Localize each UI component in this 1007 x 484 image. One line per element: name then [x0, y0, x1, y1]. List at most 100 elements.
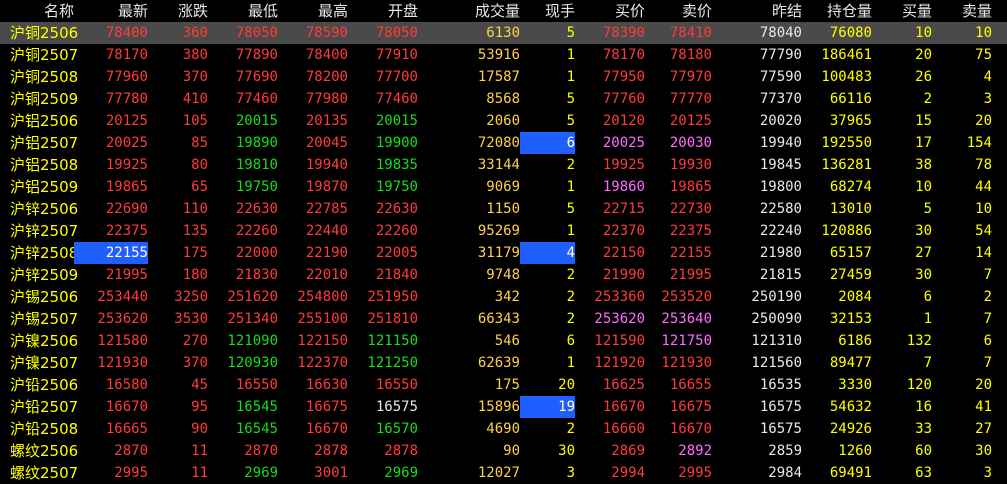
header-bid-volume[interactable]: 买量 — [872, 0, 932, 22]
table-row[interactable]: 沪铜2509 77780 410 77460 77980 77460 8568 5 77760 7… — [0, 88, 1007, 110]
bid-volume-cell: 7 — [923, 355, 932, 371]
ask-volume-cell: 54 — [975, 223, 992, 239]
volume-cell: 62639 — [477, 355, 520, 371]
prev-settle-cell: 77590 — [759, 69, 802, 85]
high-price-cell: 77980 — [305, 91, 348, 107]
low-price-cell: 22260 — [235, 223, 278, 239]
open-price-cell: 121150 — [367, 333, 418, 349]
table-row[interactable]: 沪锌2507 22375 135 22260 22440 22260 95269 1 22370… — [0, 220, 1007, 242]
header-ask[interactable]: 卖价 — [645, 0, 712, 22]
low-price-cell: 16545 — [235, 399, 278, 415]
open-interest-cell: 68274 — [829, 179, 872, 195]
current-hand-cell: 6 — [566, 333, 575, 349]
latest-price-cell: 2870 — [114, 443, 148, 459]
bid-volume-cell: 26 — [915, 69, 932, 85]
latest-price-cell: 78170 — [105, 47, 148, 63]
latest-price-cell: 253440 — [97, 289, 148, 305]
change-cell: 105 — [182, 113, 208, 129]
volume-cell: 15896 — [477, 399, 520, 415]
ask-price-cell: 78410 — [669, 25, 712, 41]
bid-volume-cell: 27 — [915, 245, 932, 261]
latest-price-cell: 121580 — [97, 333, 148, 349]
bid-price-cell: 22150 — [602, 245, 645, 261]
header-latest[interactable]: 最新 — [74, 0, 148, 22]
header-bid[interactable]: 买价 — [575, 0, 645, 22]
table-row[interactable]: 沪铝2508 19925 80 19810 19940 19835 33144 2 19925 1… — [0, 154, 1007, 176]
ask-price-cell: 19930 — [669, 157, 712, 173]
table-row[interactable]: 沪铜2508 77960 370 77690 78200 77700 17587 1 77950… — [0, 66, 1007, 88]
table-row[interactable]: 沪镍2506 121580 270 121090 122150 121150 546 6 121… — [0, 330, 1007, 352]
latest-price-cell: 16580 — [105, 377, 148, 393]
table-row[interactable]: 沪铝2509 19865 65 19750 19870 19750 9069 1 19860 19… — [0, 176, 1007, 198]
header-high[interactable]: 最高 — [278, 0, 348, 22]
change-cell: 45 — [191, 377, 208, 393]
table-row[interactable]: 沪铅2507 16670 95 16545 16675 16575 15896 19 16670… — [0, 396, 1007, 418]
ask-price-cell: 2892 — [678, 443, 712, 459]
open-interest-cell: 6186 — [838, 333, 872, 349]
ask-volume-cell: 14 — [975, 245, 992, 261]
bid-price-cell: 19925 — [602, 157, 645, 173]
table-row[interactable]: 沪铜2507 78170 380 77890 78400 77910 53916 1 78170… — [0, 44, 1007, 66]
header-prev-settle[interactable]: 昨结 — [712, 0, 802, 22]
header-name[interactable]: 名称 — [0, 0, 74, 22]
table-row[interactable]: 沪铅2506 16580 45 16550 16630 16550 175 20 16625 16… — [0, 374, 1007, 396]
high-price-cell: 20045 — [305, 135, 348, 151]
open-interest-cell: 2084 — [838, 289, 872, 305]
table-row[interactable]: 沪铅2508 16665 90 16545 16670 16570 4690 2 16660 16… — [0, 418, 1007, 440]
low-price-cell: 16550 — [235, 377, 278, 393]
header-ask-volume[interactable]: 卖量 — [932, 0, 992, 22]
table-row[interactable]: 沪铝2507 20025 85 19890 20045 19900 72080 6 20025 2… — [0, 132, 1007, 154]
table-body: 沪铜2506 78400 360 78050 78590 78050 6130 5 78390 7… — [0, 22, 1007, 484]
header-open[interactable]: 开盘 — [348, 0, 418, 22]
header-open-interest[interactable]: 持仓量 — [802, 0, 872, 22]
bid-price-cell: 121920 — [594, 355, 645, 371]
latest-price-cell: 19925 — [105, 157, 148, 173]
bid-volume-cell: 33 — [915, 421, 932, 437]
prev-settle-cell: 21815 — [759, 267, 802, 283]
bid-price-cell: 22715 — [602, 201, 645, 217]
latest-price-cell: 19865 — [105, 179, 148, 195]
volume-cell: 6130 — [486, 25, 520, 41]
prev-settle-cell: 250190 — [751, 289, 802, 305]
open-interest-cell: 136281 — [821, 157, 872, 173]
ask-volume-cell: 4 — [983, 69, 992, 85]
header-volume[interactable]: 成交量 — [440, 0, 520, 22]
low-price-cell: 78050 — [235, 25, 278, 41]
prev-settle-cell: 16575 — [759, 399, 802, 415]
ask-price-cell: 21995 — [669, 267, 712, 283]
change-cell: 180 — [182, 267, 208, 283]
ask-volume-cell: 10 — [975, 25, 992, 41]
open-interest-cell: 65157 — [829, 245, 872, 261]
low-price-cell: 77690 — [235, 69, 278, 85]
header-now[interactable]: 现手 — [520, 0, 575, 22]
table-row[interactable]: 沪锌2509 21995 180 21830 22010 21840 9748 2 21990 2… — [0, 264, 1007, 286]
change-cell: 135 — [182, 223, 208, 239]
latest-price-cell: 16665 — [105, 421, 148, 437]
current-hand-cell: 1 — [566, 69, 575, 85]
header-low[interactable]: 最低 — [208, 0, 278, 22]
bid-volume-cell: 10 — [915, 179, 932, 195]
table-row[interactable]: 沪铜2506 78400 360 78050 78590 78050 6130 5 78390 7… — [0, 22, 1007, 44]
table-row[interactable]: 沪锡2506 253440 3250 251620 254800 251950 342 2 25… — [0, 286, 1007, 308]
prev-settle-cell: 250090 — [751, 311, 802, 327]
ask-volume-cell: 20 — [975, 377, 992, 393]
table-row[interactable]: 螺纹2506 2870 11 2870 2878 2878 90 30 2869 2892 2859… — [0, 440, 1007, 462]
current-hand-cell: 2 — [566, 311, 575, 327]
bid-volume-cell: 10 — [915, 25, 932, 41]
header-change[interactable]: 涨跌 — [148, 0, 208, 22]
table-row[interactable]: 沪铝2506 20125 105 20015 20135 20015 2060 5 20120 2… — [0, 110, 1007, 132]
change-cell: 80 — [191, 157, 208, 173]
table-row[interactable]: 沪镍2507 121930 370 120930 122370 121250 62639 1 1… — [0, 352, 1007, 374]
volume-cell: 175 — [494, 377, 520, 393]
latest-price-cell: 16670 — [105, 399, 148, 415]
current-hand-cell: 1 — [566, 223, 575, 239]
bid-price-cell: 78390 — [602, 25, 645, 41]
change-cell: 370 — [182, 355, 208, 371]
bid-volume-cell: 30 — [915, 267, 932, 283]
table-row[interactable]: 沪锡2507 253620 3530 251340 255100 251810 66343 2… — [0, 308, 1007, 330]
bid-volume-cell: 38 — [915, 157, 932, 173]
table-row[interactable]: 沪锌2508 22155 175 22000 22190 22005 31179 4 22150… — [0, 242, 1007, 264]
current-hand-cell: 19 — [520, 396, 575, 418]
volume-cell: 66343 — [477, 311, 520, 327]
table-row[interactable]: 沪锌2506 22690 110 22630 22785 22630 1150 5 22715 2… — [0, 198, 1007, 220]
